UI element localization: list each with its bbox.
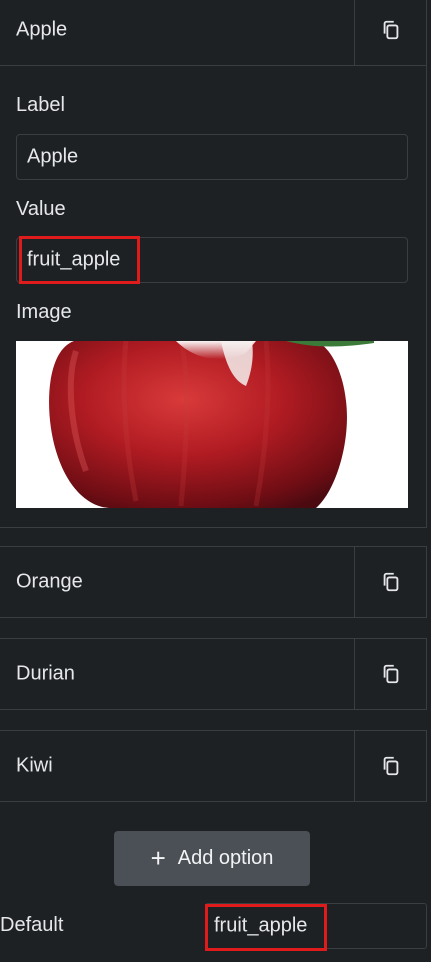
option-label: Orange xyxy=(16,570,83,593)
highlight-box-default xyxy=(205,904,327,951)
apple-image xyxy=(16,341,408,508)
plus-icon: + xyxy=(150,842,166,873)
highlight-box-value xyxy=(19,236,140,284)
option-label: Durian xyxy=(16,662,75,685)
label-input-value: Apple xyxy=(27,145,79,168)
option-label: Apple xyxy=(16,18,68,41)
add-option-button[interactable]: + Add option xyxy=(114,831,310,886)
value-field-label: Value xyxy=(16,198,66,220)
option-header-apple[interactable]: Apple xyxy=(0,0,427,66)
option-header-orange[interactable]: Orange xyxy=(0,546,427,618)
default-label: Default xyxy=(0,914,64,936)
options-editor: Apple Label Apple Value fruit_apple Imag… xyxy=(0,0,431,962)
copy-icon xyxy=(383,20,398,40)
option-panel-apple: Label Apple Value fruit_apple Image xyxy=(0,66,427,528)
apple-illustration xyxy=(49,341,374,508)
copy-option-button[interactable] xyxy=(354,731,426,801)
copy-icon xyxy=(383,664,398,684)
copy-option-button[interactable] xyxy=(354,0,426,65)
image-field-label: Image xyxy=(16,301,72,323)
option-header-durian[interactable]: Durian xyxy=(0,638,427,710)
add-option-label: Add option xyxy=(177,847,274,869)
option-header-kiwi[interactable]: Kiwi xyxy=(0,730,427,802)
copy-option-button[interactable] xyxy=(354,547,426,617)
label-input[interactable]: Apple xyxy=(16,134,408,180)
copy-icon xyxy=(383,756,398,776)
copy-option-button[interactable] xyxy=(354,639,426,709)
option-label: Kiwi xyxy=(16,754,53,777)
copy-icon xyxy=(383,572,398,592)
label-field-label: Label xyxy=(16,94,65,116)
